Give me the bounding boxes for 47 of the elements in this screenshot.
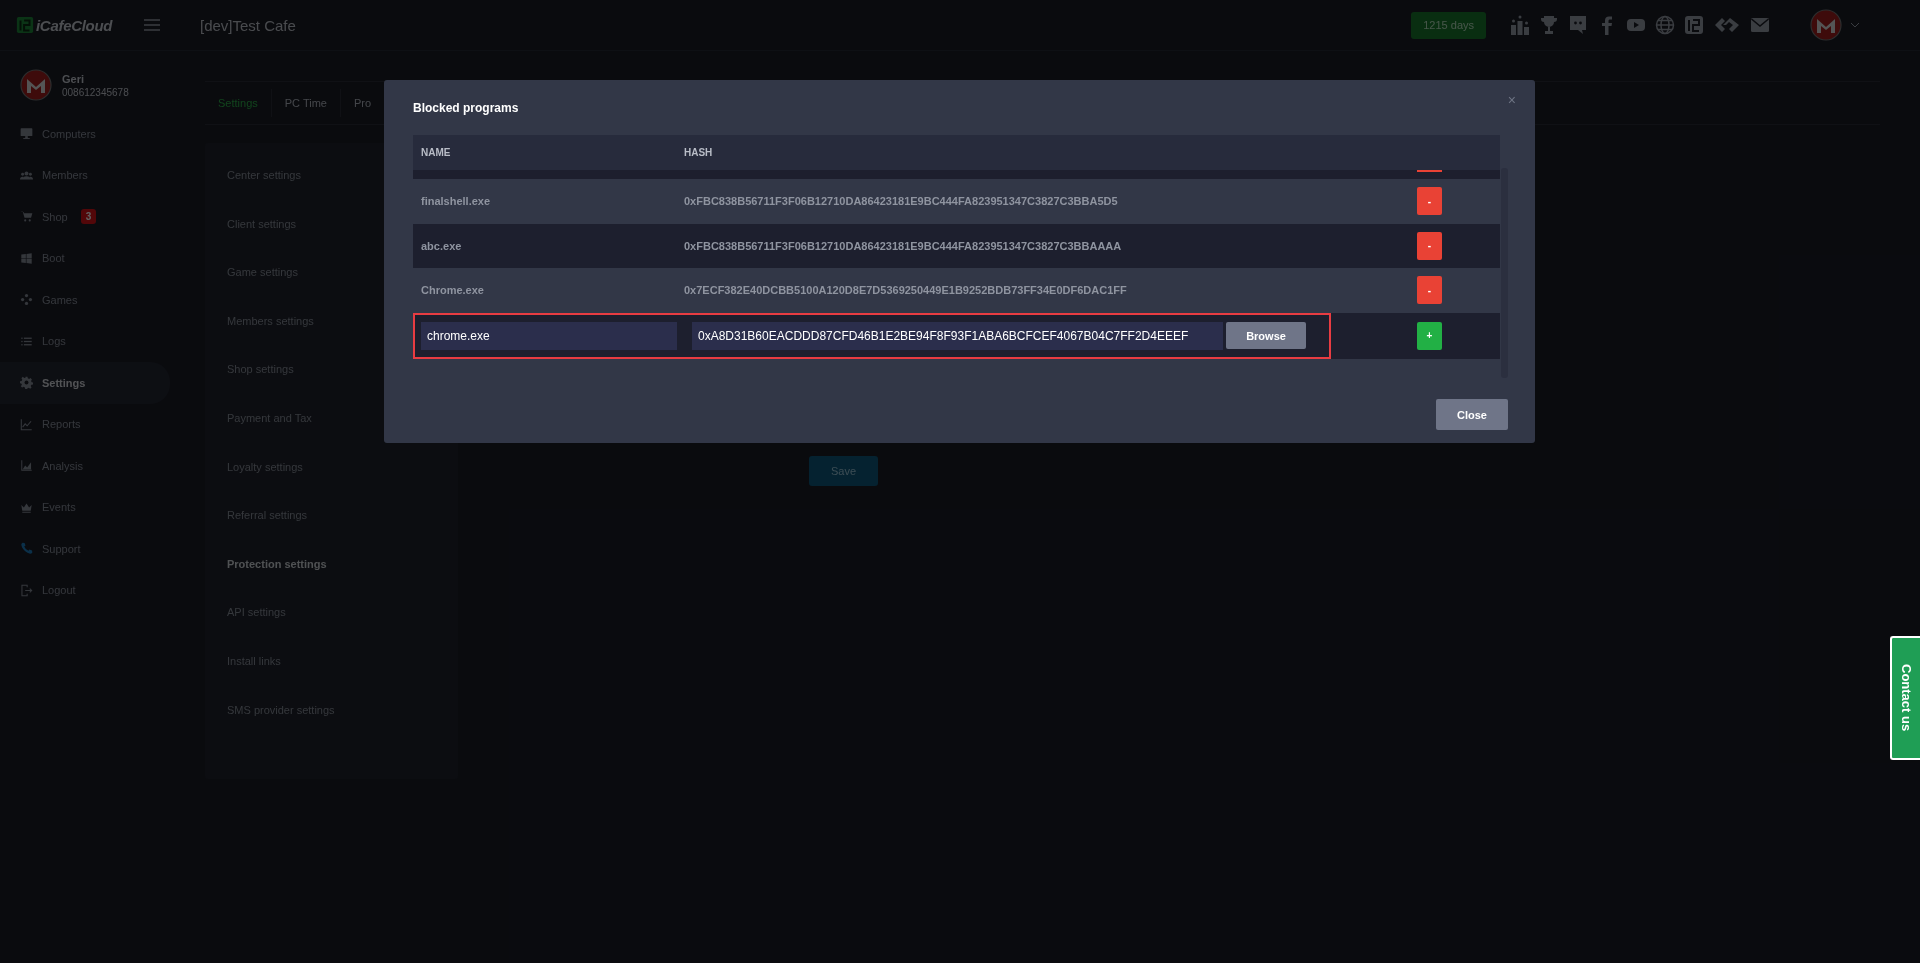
mail-icon[interactable] — [1750, 15, 1770, 35]
scrollbar[interactable] — [1501, 168, 1508, 378]
dpad-icon — [20, 293, 33, 307]
chevrons-icon[interactable] — [1713, 15, 1741, 35]
remove-button[interactable]: - — [1417, 276, 1442, 305]
table-cell-text: finalshell.exe — [420, 195, 492, 208]
area-icon — [20, 459, 33, 473]
globe-icon[interactable] — [1655, 15, 1675, 35]
table-cell-text: abc.exe — [420, 239, 463, 252]
cafe-name: [dev]Test Cafe — [200, 16, 296, 34]
contact-tab[interactable]: Contact us — [1890, 636, 1920, 760]
column-header: NAME — [420, 147, 452, 158]
remove-button[interactable]: - — [1417, 231, 1442, 260]
modal-title: Blocked programs — [413, 100, 519, 115]
line-icon — [20, 417, 33, 431]
hash-input[interactable]: 0xA8D31B60EACDDD87CFD46B1E2BE94F8F93F1ABA6BCFCEF4067B04C7FF2D4EEEF — [692, 321, 1223, 350]
podium-icon[interactable] — [1510, 15, 1530, 35]
logo-text: iCafeCloud — [36, 16, 113, 34]
close-button[interactable]: Close — [1436, 399, 1508, 430]
chat-icon[interactable] — [1568, 15, 1588, 35]
cart-icon — [20, 210, 33, 224]
gear-icon — [20, 376, 33, 390]
caret-icon[interactable] — [1850, 22, 1860, 28]
avatar[interactable] — [1810, 9, 1842, 41]
trophy-icon[interactable] — [1539, 15, 1559, 35]
add-button[interactable]: + — [1417, 321, 1442, 350]
name-input[interactable]: chrome.exe — [421, 321, 677, 350]
menu-icon[interactable] — [144, 19, 160, 31]
phone-icon — [20, 542, 33, 556]
browse-button[interactable]: Browse — [1226, 322, 1306, 349]
column-header: HASH — [684, 147, 714, 158]
user-phone: 008612345678 — [62, 86, 129, 98]
monitor-icon — [20, 127, 33, 141]
table-cell-text: 0x7ECF382E40DCBB5100A120D8E7D5369250449E1B9252BDB73FF34E0DF6DAC1FF — [684, 284, 1128, 297]
table-cell-text: 0xFBC838B56711F3F06B12710DA86423181E9BC444FA823951347C3827C3BBA5D5 — [684, 195, 1119, 208]
table-cell-text: Chrome.exe — [420, 284, 485, 297]
remove-button[interactable]: - — [1417, 187, 1442, 216]
table-cell-text: 0xFBC838B56711F3F06B12710DA86423181E9BC444FA823951347C3827C3BBAAAA — [684, 239, 1123, 252]
user-name: Geri — [62, 72, 85, 85]
logo-icon[interactable] — [1684, 15, 1704, 35]
logout-icon — [20, 583, 33, 597]
settings-menu-item[interactable]: Protection settings — [227, 557, 458, 607]
logo-icon — [16, 16, 34, 34]
sidebar-item[interactable]: Settings — [0, 362, 170, 404]
avatar — [20, 69, 52, 101]
windows-icon — [20, 251, 33, 265]
count-badge: 3 — [80, 209, 97, 225]
